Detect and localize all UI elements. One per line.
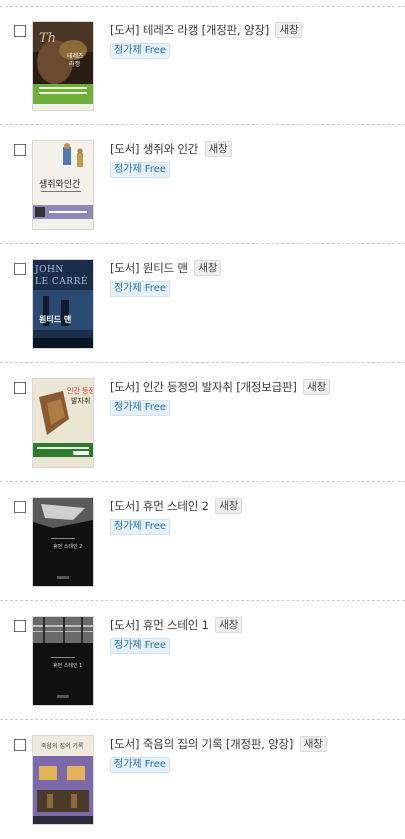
book-cover[interactable]: 휴먼 스테인 2 xyxy=(33,498,93,586)
list-item: 휴먼 스테인 2 [도서] 휴먼 스테인 2 새창 정가제 Free xyxy=(0,482,405,601)
list-item: 죽음의 집의 기록 [도서] 죽음의 집의 기록 [개정판, 양장] 새창 정가… xyxy=(0,720,405,839)
new-window-button[interactable]: 새창 xyxy=(303,379,331,395)
list-item: JOHN LE CARRÉ 원티드 맨 [도서] 원티드 맨 새창 정가제 Fr… xyxy=(0,244,405,363)
select-checkbox[interactable] xyxy=(14,739,26,751)
select-checkbox[interactable] xyxy=(14,382,26,394)
item-category[interactable]: [도서] xyxy=(110,499,140,513)
item-title-link[interactable]: 인간 등정의 발자취 [개정보급판] xyxy=(143,380,297,394)
item-title-link[interactable]: 휴먼 스테인 1 xyxy=(143,618,209,632)
book-cover-image: 휴먼 스테인 2 xyxy=(33,498,93,586)
book-cover[interactable]: 휴먼 스테인 1 xyxy=(33,617,93,705)
item-title-link[interactable]: 휴먼 스테인 2 xyxy=(143,499,209,513)
price-badge: 정가제 Free xyxy=(110,43,170,59)
svg-text:테레즈: 테레즈 xyxy=(67,52,84,60)
item-title-link[interactable]: 생쥐와 인간 xyxy=(143,142,199,156)
item-category[interactable]: [도서] xyxy=(110,737,140,751)
select-checkbox[interactable] xyxy=(14,620,26,632)
select-checkbox[interactable] xyxy=(14,25,26,37)
price-badge: 정가제 Free xyxy=(110,162,170,178)
item-title-link[interactable]: 죽음의 집의 기록 [개정판, 양장] xyxy=(143,737,294,751)
new-window-button[interactable]: 새창 xyxy=(215,617,243,633)
svg-text:Th: Th xyxy=(39,31,56,46)
price-badge: 정가제 Free xyxy=(110,757,170,773)
price-badge: 정가제 Free xyxy=(110,400,170,416)
new-window-button[interactable]: 새창 xyxy=(204,141,232,157)
new-window-button[interactable]: 새창 xyxy=(194,260,222,276)
price-badge: 정가제 Free xyxy=(110,519,170,535)
svg-text:원티드 맨: 원티드 맨 xyxy=(39,314,71,324)
item-title-link[interactable]: 테레즈 라캥 [개정판, 양장] xyxy=(143,23,269,37)
book-cover[interactable]: 생쥐와인간 xyxy=(33,141,93,229)
new-window-button[interactable]: 새창 xyxy=(215,498,243,514)
book-cover[interactable]: JOHN LE CARRÉ 원티드 맨 xyxy=(33,260,93,348)
svg-text:휴먼 스테인 2: 휴먼 스테인 2 xyxy=(53,543,82,550)
list-item: 휴먼 스테인 1 [도서] 휴먼 스테인 1 새창 정가제 Free xyxy=(0,601,405,720)
book-cover[interactable]: 죽음의 집의 기록 xyxy=(33,736,93,824)
list-item: Th 테레즈 라캥 [도서] 테레즈 라캥 [개정판, 양장] 새창 정가제 F… xyxy=(0,6,405,125)
svg-text:라캥: 라캥 xyxy=(69,60,80,68)
book-cover-image: 생쥐와인간 xyxy=(33,141,93,229)
item-title-link[interactable]: 원티드 맨 xyxy=(143,261,188,275)
svg-text:휴먼 스테인 1: 휴먼 스테인 1 xyxy=(53,662,82,669)
book-cover-image: 죽음의 집의 기록 xyxy=(33,736,93,824)
new-window-button[interactable]: 새창 xyxy=(275,22,303,38)
book-cover-image: Th 테레즈 라캥 xyxy=(33,22,93,110)
book-cover[interactable]: Th 테레즈 라캥 xyxy=(33,22,93,110)
book-cover-image: 인간 등정의 발자취 xyxy=(33,379,93,467)
svg-text:생쥐와인간: 생쥐와인간 xyxy=(39,178,80,190)
item-category[interactable]: [도서] xyxy=(110,142,140,156)
new-window-button[interactable]: 새창 xyxy=(299,736,327,752)
list-item: 인간 등정의 발자취 [도서] 인간 등정의 발자취 [개정보급판] 새창 정가… xyxy=(0,363,405,482)
svg-text:발자취: 발자취 xyxy=(71,396,90,405)
price-badge: 정가제 Free xyxy=(110,281,170,297)
svg-text:죽음의 집의 기록: 죽음의 집의 기록 xyxy=(41,742,84,750)
item-category[interactable]: [도서] xyxy=(110,618,140,632)
item-category[interactable]: [도서] xyxy=(110,261,140,275)
select-checkbox[interactable] xyxy=(14,263,26,275)
book-cover-image: JOHN LE CARRÉ 원티드 맨 xyxy=(33,260,93,348)
svg-text:인간 등정의: 인간 등정의 xyxy=(67,386,93,395)
book-cover-image: 휴먼 스테인 1 xyxy=(33,617,93,705)
book-cover[interactable]: 인간 등정의 발자취 xyxy=(33,379,93,467)
item-category[interactable]: [도서] xyxy=(110,380,140,394)
price-badge: 정가제 Free xyxy=(110,638,170,654)
list-item: 생쥐와인간 [도서] 생쥐와 인간 새창 정가제 Free xyxy=(0,125,405,244)
item-category[interactable]: [도서] xyxy=(110,23,140,37)
svg-text:LE CARRÉ: LE CARRÉ xyxy=(35,275,88,287)
select-checkbox[interactable] xyxy=(14,144,26,156)
svg-text:JOHN: JOHN xyxy=(34,265,64,275)
select-checkbox[interactable] xyxy=(14,501,26,513)
